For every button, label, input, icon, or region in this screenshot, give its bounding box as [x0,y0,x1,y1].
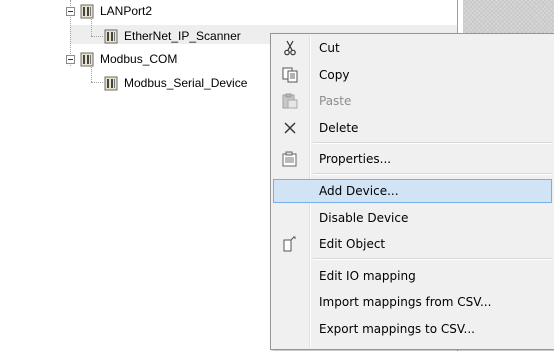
menu-item-label: Import mappings from CSV... [319,295,492,309]
tree-node-modbus-com[interactable]: Modbus_COM [80,50,177,68]
collapse-toggle-modbus-com[interactable] [66,55,75,64]
device-icon [80,52,94,67]
tree-node-label: Modbus_Serial_Device [124,76,248,90]
context-menu: Cut Copy Paste Delete Properties... Add … [270,33,554,350]
menu-item-cut[interactable]: Cut [273,36,552,60]
menu-item-copy[interactable]: Copy [273,63,552,87]
tree-node-lanport2[interactable]: LANPort2 [80,2,152,20]
menu-item-import-mappings[interactable]: Import mappings from CSV... [273,290,552,314]
tree-node-label: Modbus_COM [100,52,178,66]
collapse-toggle-lanport2[interactable] [66,7,75,16]
menu-separator [313,142,552,144]
menu-item-delete[interactable]: Delete [273,116,552,140]
menu-item-paste[interactable]: Paste [273,89,552,113]
menu-item-add-device[interactable]: Add Device... [273,179,552,203]
menu-item-label: Delete [319,121,359,135]
menu-item-label: Export mappings to CSV... [319,322,475,336]
device-icon [104,76,118,91]
paste-icon [273,89,307,113]
menu-item-label: Copy [319,68,350,82]
menu-item-disable-device[interactable]: Disable Device [273,206,552,230]
menu-item-label: Edit Object [319,237,386,251]
menu-separator [313,258,552,260]
tree-node-modbus-serial-device[interactable]: Modbus_Serial_Device [104,74,247,92]
menu-item-edit-io-mapping[interactable]: Edit IO mapping [273,264,552,288]
menu-item-export-mappings[interactable]: Export mappings to CSV... [273,317,552,341]
device-icon [104,29,118,44]
tree-node-label: LANPort2 [100,4,153,18]
properties-icon [273,147,307,171]
tree-node-ethernet-ip-scanner[interactable]: EtherNet_IP_Scanner [104,27,241,45]
tree-connector [91,82,103,83]
delete-x-icon [273,116,307,140]
menu-item-edit-object[interactable]: Edit Object [273,232,552,256]
menu-item-label: Cut [319,41,340,55]
menu-item-label: Edit IO mapping [319,269,416,283]
menu-item-properties[interactable]: Properties... [273,147,552,171]
menu-item-label: Disable Device [319,211,409,225]
device-icon [80,4,94,19]
tree-node-label: EtherNet_IP_Scanner [124,29,241,43]
scissors-icon [273,36,307,60]
edit-object-icon [273,232,307,256]
menu-item-label: Properties... [319,152,392,166]
tree-connector [91,36,103,37]
menu-separator [313,173,552,175]
menu-item-label: Add Device... [319,184,399,198]
menu-item-label: Paste [319,94,352,108]
copy-icon [273,63,307,87]
